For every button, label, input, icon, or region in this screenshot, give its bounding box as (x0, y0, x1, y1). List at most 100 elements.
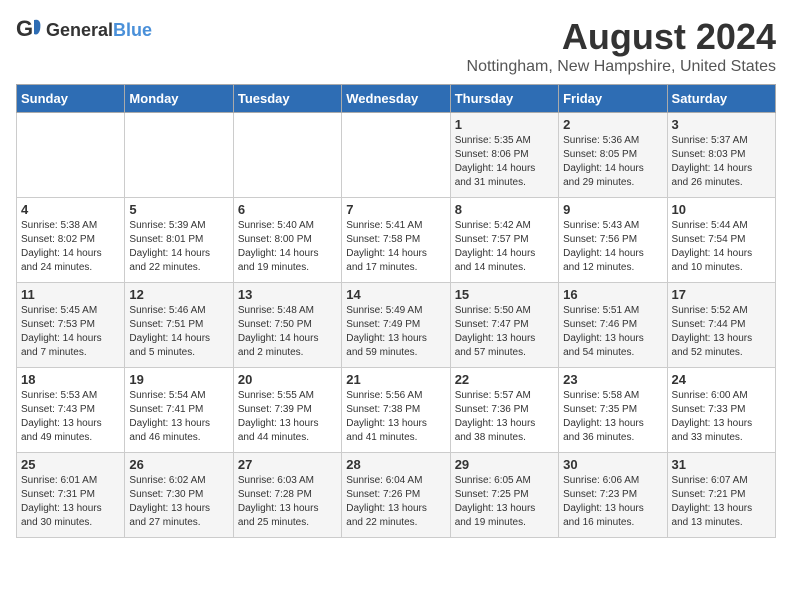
day-number: 19 (129, 372, 228, 387)
day-number: 24 (672, 372, 771, 387)
calendar-cell (342, 113, 450, 198)
svg-text:G: G (16, 16, 33, 41)
calendar-cell: 31Sunrise: 6:07 AM Sunset: 7:21 PM Dayli… (667, 453, 775, 538)
calendar-week-5: 25 Sunrise: 6:01 AM Sunset: 7:31 PM Dayli… (17, 453, 776, 538)
calendar-cell: 21Sunrise: 5:56 AM Sunset: 7:38 PM Dayli… (342, 368, 450, 453)
day-number: 5 (129, 202, 228, 217)
day-info: Sunrise: 6:00 AM Sunset: 7:33 PM Dayligh… (672, 389, 771, 445)
day-info: Sunrise: 6:05 AM Sunset: 7:25 PM Dayligh… (455, 474, 554, 530)
day-info: Sunrise: 5:41 AM Sunset: 7:58 PM Dayligh… (346, 219, 445, 275)
calendar-cell: 9Sunrise: 5:43 AM Sunset: 7:56 PM Daylig… (559, 198, 667, 283)
weekday-header-thursday: Thursday (450, 85, 558, 113)
day-number: 20 (238, 372, 337, 387)
calendar-cell: 18 Sunrise: 5:53 AM Sunset: 7:43 PM Dayli… (17, 368, 125, 453)
calendar-cell: 28 Sunrise: 6:04 AM Sunset: 7:26 PM Dayli… (342, 453, 450, 538)
page-header: G GeneralBlue August 2024 Nottingham, Ne… (16, 16, 776, 76)
day-info: Sunrise: 5:42 AM Sunset: 7:57 PM Dayligh… (455, 219, 554, 275)
day-info: Sunrise: 5:54 AM Sunset: 7:41 PM Dayligh… (129, 389, 228, 445)
day-info: Sunrise: 5:46 AM Sunset: 7:51 PM Dayligh… (129, 304, 228, 360)
day-number: 11 (21, 287, 120, 302)
day-info: Sunrise: 5:50 AM Sunset: 7:47 PM Dayligh… (455, 304, 554, 360)
day-info: Sunrise: 6:01 AM Sunset: 7:31 PM Dayligh… (21, 474, 120, 530)
day-number: 2 (563, 117, 662, 132)
day-info: Sunrise: 5:49 AM Sunset: 7:49 PM Dayligh… (346, 304, 445, 360)
calendar-cell: 24 Sunrise: 6:00 AM Sunset: 7:33 PM Dayli… (667, 368, 775, 453)
day-number: 3 (672, 117, 771, 132)
calendar-cell: 11 Sunrise: 5:45 AM Sunset: 7:53 PM Dayli… (17, 283, 125, 368)
calendar-week-2: 4Sunrise: 5:38 AM Sunset: 8:02 PM Daylig… (17, 198, 776, 283)
day-info: Sunrise: 5:36 AM Sunset: 8:05 PM Dayligh… (563, 134, 662, 190)
day-number: 7 (346, 202, 445, 217)
logo: G GeneralBlue (16, 16, 152, 44)
calendar-cell: 19 Sunrise: 5:54 AM Sunset: 7:41 PM Dayli… (125, 368, 233, 453)
weekday-row: SundayMondayTuesdayWednesdayThursdayFrid… (17, 85, 776, 113)
calendar-cell: 6Sunrise: 5:40 AM Sunset: 8:00 PM Daylig… (233, 198, 341, 283)
day-info: Sunrise: 6:04 AM Sunset: 7:26 PM Dayligh… (346, 474, 445, 530)
calendar-header: SundayMondayTuesdayWednesdayThursdayFrid… (17, 85, 776, 113)
calendar-body: 1Sunrise: 5:35 AM Sunset: 8:06 PM Daylig… (17, 113, 776, 538)
weekday-header-tuesday: Tuesday (233, 85, 341, 113)
day-info: Sunrise: 5:57 AM Sunset: 7:36 PM Dayligh… (455, 389, 554, 445)
logo-blue: Blue (113, 20, 152, 40)
calendar-cell: 22 Sunrise: 5:57 AM Sunset: 7:36 PM Dayli… (450, 368, 558, 453)
day-info: Sunrise: 5:43 AM Sunset: 7:56 PM Dayligh… (563, 219, 662, 275)
day-number: 13 (238, 287, 337, 302)
month-title: August 2024 (467, 16, 776, 58)
day-number: 15 (455, 287, 554, 302)
day-info: Sunrise: 5:56 AM Sunset: 7:38 PM Dayligh… (346, 389, 445, 445)
calendar-cell: 29 Sunrise: 6:05 AM Sunset: 7:25 PM Dayli… (450, 453, 558, 538)
calendar-cell: 5 Sunrise: 5:39 AM Sunset: 8:01 PM Daylig… (125, 198, 233, 283)
calendar-cell: 10Sunrise: 5:44 AM Sunset: 7:54 PM Dayli… (667, 198, 775, 283)
calendar-week-3: 11 Sunrise: 5:45 AM Sunset: 7:53 PM Dayli… (17, 283, 776, 368)
calendar-cell: 26Sunrise: 6:02 AM Sunset: 7:30 PM Dayli… (125, 453, 233, 538)
day-info: Sunrise: 6:06 AM Sunset: 7:23 PM Dayligh… (563, 474, 662, 530)
day-number: 4 (21, 202, 120, 217)
weekday-header-monday: Monday (125, 85, 233, 113)
day-number: 14 (346, 287, 445, 302)
day-number: 25 (21, 457, 120, 472)
day-info: Sunrise: 5:39 AM Sunset: 8:01 PM Dayligh… (129, 219, 228, 275)
day-info: Sunrise: 5:44 AM Sunset: 7:54 PM Dayligh… (672, 219, 771, 275)
weekday-header-friday: Friday (559, 85, 667, 113)
day-number: 18 (21, 372, 120, 387)
day-number: 29 (455, 457, 554, 472)
calendar-cell (125, 113, 233, 198)
calendar-cell: 7 Sunrise: 5:41 AM Sunset: 7:58 PM Daylig… (342, 198, 450, 283)
calendar-cell: 23 Sunrise: 5:58 AM Sunset: 7:35 PM Dayli… (559, 368, 667, 453)
day-number: 22 (455, 372, 554, 387)
weekday-header-wednesday: Wednesday (342, 85, 450, 113)
calendar-cell: 15 Sunrise: 5:50 AM Sunset: 7:47 PM Dayli… (450, 283, 558, 368)
day-number: 27 (238, 457, 337, 472)
day-info: Sunrise: 5:45 AM Sunset: 7:53 PM Dayligh… (21, 304, 120, 360)
calendar-week-4: 18 Sunrise: 5:53 AM Sunset: 7:43 PM Dayli… (17, 368, 776, 453)
calendar-cell: 1Sunrise: 5:35 AM Sunset: 8:06 PM Daylig… (450, 113, 558, 198)
day-number: 6 (238, 202, 337, 217)
day-info: Sunrise: 6:02 AM Sunset: 7:30 PM Dayligh… (129, 474, 228, 530)
calendar-week-1: 1Sunrise: 5:35 AM Sunset: 8:06 PM Daylig… (17, 113, 776, 198)
day-info: Sunrise: 5:58 AM Sunset: 7:35 PM Dayligh… (563, 389, 662, 445)
calendar-cell (233, 113, 341, 198)
calendar-cell: 14 Sunrise: 5:49 AM Sunset: 7:49 PM Dayli… (342, 283, 450, 368)
day-info: Sunrise: 5:48 AM Sunset: 7:50 PM Dayligh… (238, 304, 337, 360)
calendar-cell: 17Sunrise: 5:52 AM Sunset: 7:44 PM Dayli… (667, 283, 775, 368)
calendar-cell: 2 Sunrise: 5:36 AM Sunset: 8:05 PM Daylig… (559, 113, 667, 198)
calendar-table: SundayMondayTuesdayWednesdayThursdayFrid… (16, 84, 776, 538)
day-number: 17 (672, 287, 771, 302)
day-number: 8 (455, 202, 554, 217)
calendar-cell: 4Sunrise: 5:38 AM Sunset: 8:02 PM Daylig… (17, 198, 125, 283)
day-number: 30 (563, 457, 662, 472)
day-info: Sunrise: 5:37 AM Sunset: 8:03 PM Dayligh… (672, 134, 771, 190)
day-info: Sunrise: 5:53 AM Sunset: 7:43 PM Dayligh… (21, 389, 120, 445)
day-number: 1 (455, 117, 554, 132)
day-number: 28 (346, 457, 445, 472)
calendar-cell: 3 Sunrise: 5:37 AM Sunset: 8:03 PM Daylig… (667, 113, 775, 198)
calendar-cell: 20Sunrise: 5:55 AM Sunset: 7:39 PM Dayli… (233, 368, 341, 453)
weekday-header-saturday: Saturday (667, 85, 775, 113)
day-number: 12 (129, 287, 228, 302)
logo-icon: G (16, 16, 44, 44)
title-area: August 2024 Nottingham, New Hampshire, U… (467, 16, 776, 76)
calendar-cell: 16Sunrise: 5:51 AM Sunset: 7:46 PM Dayli… (559, 283, 667, 368)
day-number: 23 (563, 372, 662, 387)
calendar-cell: 25 Sunrise: 6:01 AM Sunset: 7:31 PM Dayli… (17, 453, 125, 538)
weekday-header-sunday: Sunday (17, 85, 125, 113)
